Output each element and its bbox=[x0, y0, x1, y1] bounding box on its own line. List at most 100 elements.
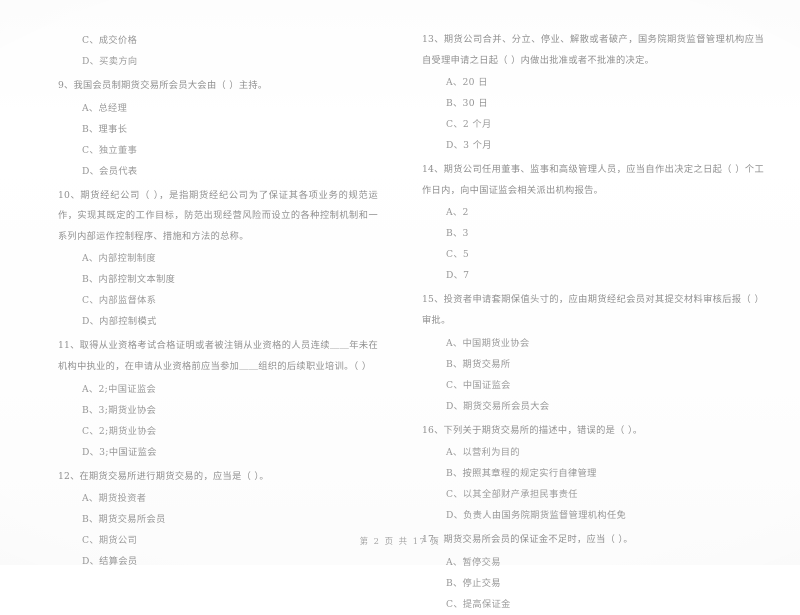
option-row: B、理事长 bbox=[58, 119, 378, 140]
option-text: 期货交易所会员大会 bbox=[463, 400, 550, 412]
question-text: 期货公司任用董事、监事和高级管理人员，应当自作出决定之日起（ ）个工作日内，向中… bbox=[422, 164, 764, 196]
option-text: 内部控制制度 bbox=[98, 253, 156, 265]
option-label: B、 bbox=[446, 358, 463, 370]
option-row: A、期货投资者 bbox=[58, 488, 378, 509]
question-block-14: 14、期货公司任用董事、监事和高级管理人员，应当自作出决定之日起（ ）个工作日内… bbox=[422, 160, 764, 286]
option-text: 理事长 bbox=[98, 123, 128, 135]
option-row: A、20 日 bbox=[422, 72, 764, 93]
left-column: C、成交价格 D、买卖方向 9、我国会员制期货交易所会员大会由（ ）主持。 A、… bbox=[0, 30, 400, 567]
question-number: 16、 bbox=[422, 424, 444, 436]
option-text: 2;中国证监会 bbox=[98, 383, 157, 395]
option-label: D、 bbox=[446, 270, 464, 282]
option-row: D、买卖方向 bbox=[58, 51, 378, 72]
page-footer: 第 2 页 共 17 页 bbox=[359, 536, 441, 546]
question-text: 下列关于期货交易所的描述中，错误的是（ ）。 bbox=[443, 424, 643, 436]
option-text: 3;期货业协会 bbox=[98, 404, 157, 416]
option-row: C、提高保证金 bbox=[422, 594, 764, 615]
option-text: 20 日 bbox=[462, 77, 488, 89]
option-label: C、 bbox=[82, 425, 99, 437]
option-row: B、内部控制文本制度 bbox=[58, 269, 378, 290]
right-column: 13、期货公司合并、分立、停业、解散或者破产，国务院期货监督管理机构应当自受理申… bbox=[400, 30, 800, 610]
option-row: C、5 bbox=[422, 244, 764, 265]
option-text: 3;中国证监会 bbox=[99, 446, 157, 458]
option-text: 会员代表 bbox=[99, 165, 138, 177]
question-block-16: 16、下列关于期货交易所的描述中，错误的是（ ）。 A、以营利为目的 B、按照其… bbox=[422, 421, 764, 527]
option-text: 2 bbox=[462, 207, 469, 219]
option-label: D、 bbox=[82, 316, 100, 328]
option-text: 期货交易所 bbox=[462, 358, 511, 370]
option-label: D、 bbox=[446, 510, 464, 522]
option-row: C、成交价格 bbox=[58, 30, 378, 51]
option-text: 按照其章程的规定实行自律管理 bbox=[462, 468, 597, 480]
option-row: C、2 个月 bbox=[422, 114, 764, 135]
option-label: B、 bbox=[82, 123, 99, 135]
option-text: 30 日 bbox=[462, 98, 488, 110]
option-label: A、 bbox=[446, 77, 463, 89]
option-text: 负责人由国务院期货监督管理机构任免 bbox=[463, 510, 627, 522]
question-stem: 10、期货经纪公司（ ），是指期货经纪公司为了保证其各项业务的规范运作，实现其既… bbox=[58, 186, 378, 248]
option-text: 3 个月 bbox=[463, 140, 492, 152]
question-block-13: 13、期货公司合并、分立、停业、解散或者破产，国务院期货监督管理机构应当自受理申… bbox=[422, 30, 764, 156]
option-label: A、 bbox=[446, 207, 463, 219]
option-text: 7 bbox=[463, 270, 470, 282]
option-text: 2 个月 bbox=[462, 119, 492, 131]
option-row: A、2 bbox=[422, 202, 764, 223]
option-text: 3 bbox=[462, 228, 469, 240]
question-block-10: 10、期货经纪公司（ ），是指期货经纪公司为了保证其各项业务的规范运作，实现其既… bbox=[58, 186, 378, 333]
option-row: A、以营利为目的 bbox=[422, 442, 764, 463]
option-label: B、 bbox=[446, 228, 463, 240]
option-text: 总经理 bbox=[98, 102, 128, 114]
question-text: 期货公司合并、分立、停业、解散或者破产，国务院期货监督管理机构应当自受理申请之日… bbox=[422, 34, 764, 66]
question-text: 我国会员制期货交易所会员大会由（ ）主持。 bbox=[73, 80, 268, 91]
option-text: 独立董事 bbox=[98, 144, 138, 156]
option-label: C、 bbox=[446, 598, 463, 610]
question-block-11: 11、取得从业资格考试合格证明或者被注销从业资格的人员连续＿＿年未在机构中执业的… bbox=[58, 336, 378, 462]
option-label: C、 bbox=[446, 119, 463, 131]
option-text: 2;期货业协会 bbox=[98, 425, 157, 437]
option-row: B、期货交易所 bbox=[422, 354, 764, 375]
option-label: C、 bbox=[446, 249, 463, 261]
option-row: B、30 日 bbox=[422, 93, 764, 114]
question-text: 投资者申请套期保值头寸的，应由期货经纪会员对其提交材料审核后报（ ）审批。 bbox=[422, 294, 764, 326]
option-text: 结算会员 bbox=[99, 556, 138, 568]
option-row: D、3;中国证监会 bbox=[58, 442, 378, 463]
option-label: C、 bbox=[82, 144, 99, 156]
option-label: B、 bbox=[82, 274, 99, 286]
option-label: B、 bbox=[446, 98, 463, 110]
option-row: C、2;期货业协会 bbox=[58, 421, 378, 442]
question-number: 15、 bbox=[422, 294, 444, 306]
option-label: B、 bbox=[82, 514, 99, 526]
option-label: A、 bbox=[446, 447, 463, 459]
option-row: B、3 bbox=[422, 223, 764, 244]
question-stem: 11、取得从业资格考试合格证明或者被注销从业资格的人员连续＿＿年未在机构中执业的… bbox=[58, 336, 378, 377]
option-text: 停止交易 bbox=[462, 577, 501, 589]
question-number: 12、 bbox=[58, 470, 80, 482]
question-number: 11、 bbox=[58, 340, 80, 352]
question-block-9: 9、我国会员制期货交易所会员大会由（ ）主持。 A、总经理 B、理事长 C、独立… bbox=[58, 76, 378, 182]
option-text: 暂停交易 bbox=[462, 556, 501, 568]
option-label: A、 bbox=[82, 253, 99, 265]
option-text: 以其全部财产承担民事责任 bbox=[462, 489, 578, 501]
question-text: 期货经纪公司（ ），是指期货经纪公司为了保证其各项业务的规范运作，实现其既定的工… bbox=[58, 189, 378, 242]
option-label: C、 bbox=[82, 35, 99, 46]
option-row: D、3 个月 bbox=[422, 135, 764, 156]
question-stem: 16、下列关于期货交易所的描述中，错误的是（ ）。 bbox=[422, 421, 764, 442]
option-row: B、停止交易 bbox=[422, 573, 764, 594]
option-label: B、 bbox=[446, 468, 463, 480]
scanned-page: C、成交价格 D、买卖方向 9、我国会员制期货交易所会员大会由（ ）主持。 A、… bbox=[0, 0, 800, 610]
option-label: D、 bbox=[82, 56, 100, 67]
question-stem: 13、期货公司合并、分立、停业、解散或者破产，国务院期货监督管理机构应当自受理申… bbox=[422, 30, 764, 71]
option-label: B、 bbox=[446, 577, 463, 589]
option-text: 提高保证金 bbox=[462, 598, 511, 610]
option-label: C、 bbox=[446, 489, 463, 501]
option-row: D、7 bbox=[422, 265, 764, 286]
option-label: A、 bbox=[82, 493, 99, 505]
option-label: C、 bbox=[82, 295, 99, 307]
option-text: 成交价格 bbox=[98, 35, 138, 46]
option-row: A、2;中国证监会 bbox=[58, 379, 378, 400]
option-label: D、 bbox=[82, 165, 100, 177]
option-label: C、 bbox=[446, 379, 463, 391]
option-row: A、暂停交易 bbox=[422, 552, 764, 573]
option-label: A、 bbox=[446, 337, 463, 349]
question-stem: 15、投资者申请套期保值头寸的，应由期货经纪会员对其提交材料审核后报（ ）审批。 bbox=[422, 290, 764, 331]
